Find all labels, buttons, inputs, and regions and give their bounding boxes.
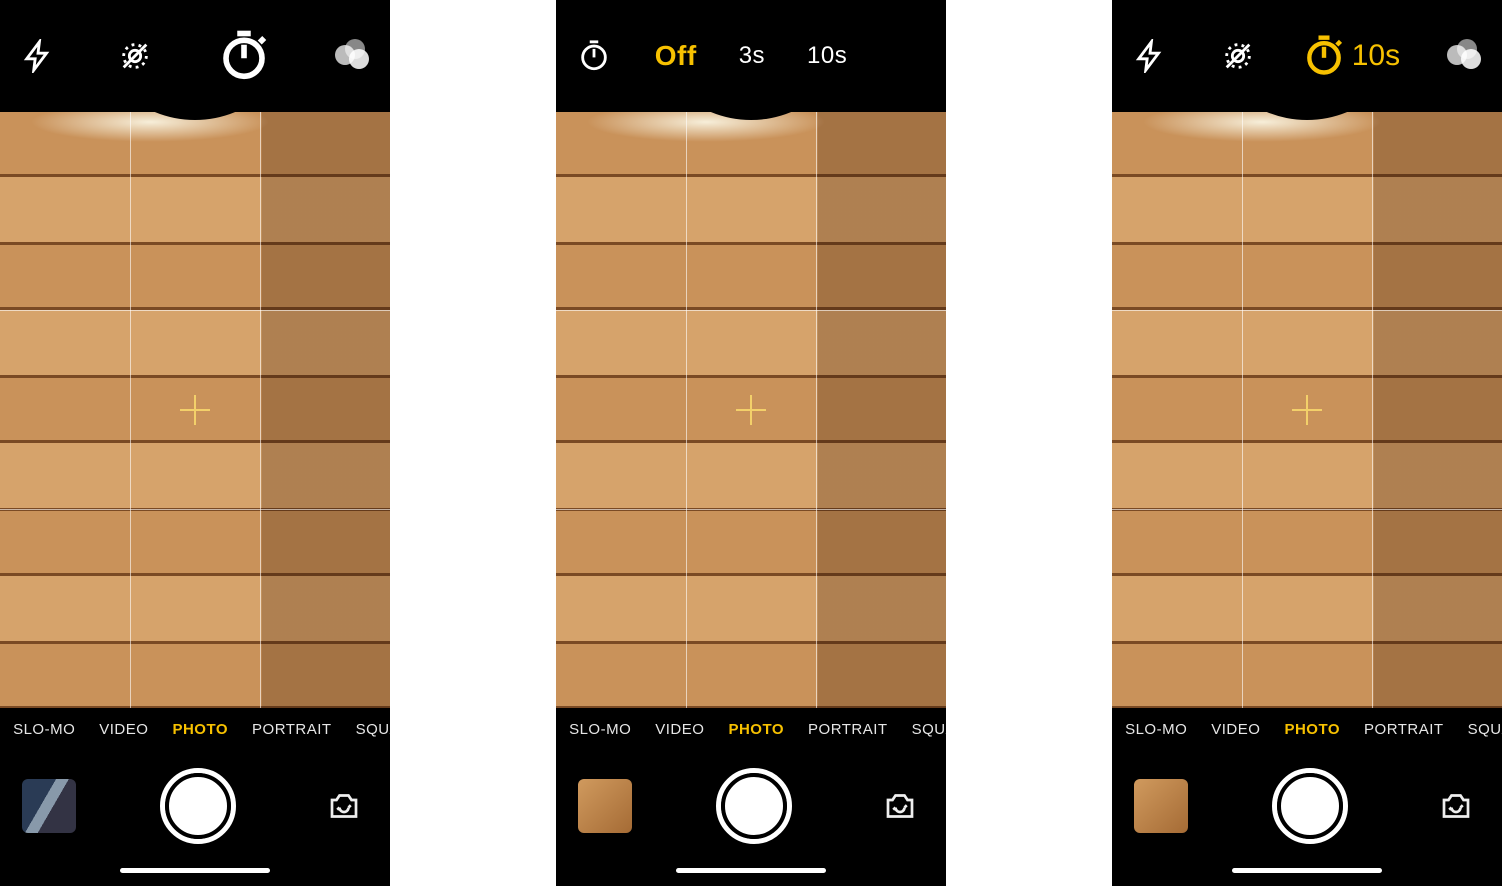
mode-video[interactable]: VIDEO xyxy=(655,721,704,738)
timer-button[interactable]: 10s xyxy=(1302,34,1400,78)
timer-option-off[interactable]: Off xyxy=(655,40,697,72)
home-indicator[interactable] xyxy=(0,862,390,886)
mode-slo-mo[interactable]: SLO-MO xyxy=(13,721,75,738)
bottom-controls xyxy=(0,750,390,862)
mode-video[interactable]: VIDEO xyxy=(1211,721,1260,738)
mode-square[interactable]: SQUARE xyxy=(1468,721,1502,738)
mode-photo[interactable]: PHOTO xyxy=(1284,721,1340,738)
bottom-controls xyxy=(1112,750,1502,862)
shutter-button[interactable] xyxy=(160,768,236,844)
timer-value-label: 10s xyxy=(1352,39,1400,73)
mode-slo-mo[interactable]: SLO-MO xyxy=(569,721,631,738)
mode-portrait[interactable]: PORTRAIT xyxy=(808,721,888,738)
mode-portrait[interactable]: PORTRAIT xyxy=(252,721,332,738)
mode-video[interactable]: VIDEO xyxy=(99,721,148,738)
filters-icon xyxy=(1447,39,1481,73)
mode-square[interactable]: SQUARE xyxy=(912,721,946,738)
switch-camera-button[interactable] xyxy=(320,786,368,826)
camera-screen-a: SESLO-MOVIDEOPHOTOPORTRAITSQUARE xyxy=(0,0,390,886)
timer-options: Off 3s 10s xyxy=(655,40,848,72)
viewfinder[interactable] xyxy=(0,112,390,708)
mode-photo[interactable]: PHOTO xyxy=(728,721,784,738)
timer-option-3s[interactable]: 3s xyxy=(739,42,765,70)
flash-button[interactable] xyxy=(14,32,62,80)
live-photo-button[interactable] xyxy=(1214,32,1262,80)
camera-screen-b: Off 3s 10s SESLO-MOVIDEOPHOTOPORTRAITSQU… xyxy=(556,0,946,886)
top-controls: 10s xyxy=(1112,0,1502,112)
flash-button[interactable] xyxy=(1126,32,1174,80)
shutter-button[interactable] xyxy=(716,768,792,844)
viewfinder-image xyxy=(0,112,390,708)
timer-button[interactable] xyxy=(209,21,279,91)
viewfinder-image xyxy=(556,112,946,708)
mode-selector[interactable]: SESLO-MOVIDEOPHOTOPORTRAITSQUARE xyxy=(1112,708,1502,750)
last-photo-thumbnail[interactable] xyxy=(1134,779,1188,833)
viewfinder[interactable] xyxy=(556,112,946,708)
timer-option-10s[interactable]: 10s xyxy=(807,42,847,70)
viewfinder-image xyxy=(1112,112,1502,708)
switch-camera-button[interactable] xyxy=(876,786,924,826)
last-photo-thumbnail[interactable] xyxy=(22,779,76,833)
mode-photo[interactable]: PHOTO xyxy=(172,721,228,738)
timer-icon[interactable] xyxy=(570,32,618,80)
mode-portrait[interactable]: PORTRAIT xyxy=(1364,721,1444,738)
filters-button[interactable] xyxy=(1440,32,1488,80)
bottom-controls xyxy=(556,750,946,862)
viewfinder[interactable] xyxy=(1112,112,1502,708)
filters-button[interactable] xyxy=(328,32,376,80)
mode-slo-mo[interactable]: SLO-MO xyxy=(1125,721,1187,738)
switch-camera-button[interactable] xyxy=(1432,786,1480,826)
mode-square[interactable]: SQUARE xyxy=(356,721,390,738)
mode-selector[interactable]: SESLO-MOVIDEOPHOTOPORTRAITSQUARE xyxy=(0,708,390,750)
last-photo-thumbnail[interactable] xyxy=(578,779,632,833)
top-controls: Off 3s 10s xyxy=(556,0,946,112)
home-indicator[interactable] xyxy=(1112,862,1502,886)
mode-selector[interactable]: SESLO-MOVIDEOPHOTOPORTRAITSQUARE xyxy=(556,708,946,750)
top-controls xyxy=(0,0,390,112)
camera-screen-c: 10s SESLO-MOVIDEOPHOTOPORTRAITSQUARE xyxy=(1112,0,1502,886)
live-photo-button[interactable] xyxy=(111,32,159,80)
home-indicator[interactable] xyxy=(556,862,946,886)
shutter-button[interactable] xyxy=(1272,768,1348,844)
filters-icon xyxy=(335,39,369,73)
